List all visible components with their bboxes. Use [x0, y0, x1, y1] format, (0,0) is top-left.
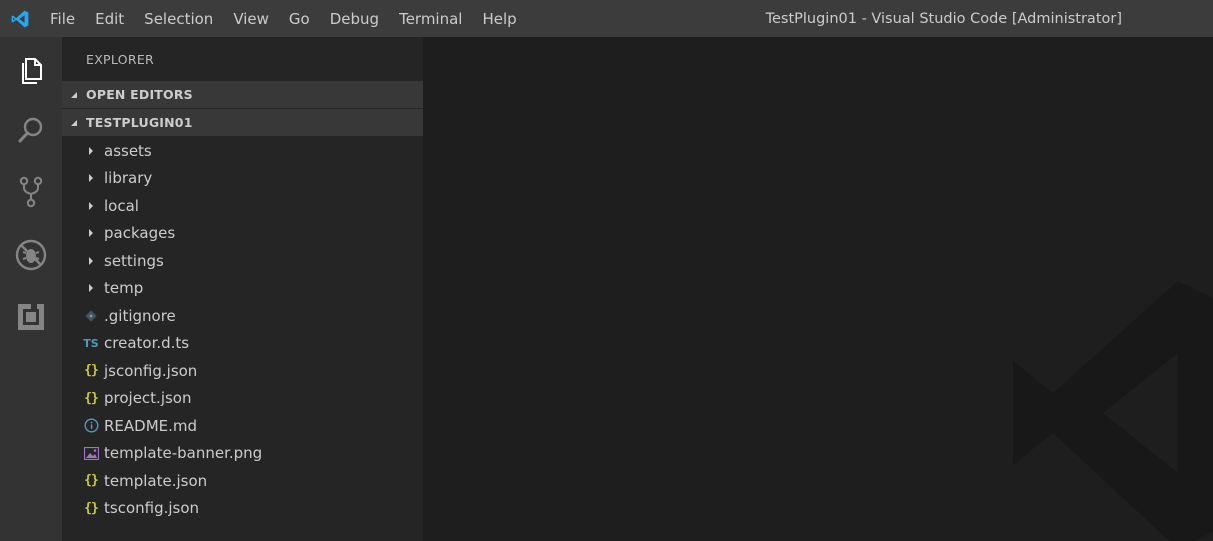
- menu-help[interactable]: Help: [472, 0, 526, 37]
- tree-item-label: README.md: [104, 416, 198, 435]
- files-icon: [22, 58, 42, 84]
- chevron-right-icon: [79, 256, 103, 266]
- search-icon: [18, 117, 43, 143]
- activity-extensions-button[interactable]: [0, 288, 62, 346]
- tree-item-label: template-banner.png: [104, 444, 263, 463]
- open-editors-header[interactable]: OPEN EDITORS: [62, 81, 423, 108]
- editor-area[interactable]: [423, 37, 1213, 541]
- extensions-icon: [18, 304, 44, 330]
- file-creator-d-ts[interactable]: TS creator.d.ts: [62, 330, 423, 358]
- source-control-icon: [19, 176, 43, 208]
- title-bar: File Edit Selection View Go Debug Termin…: [0, 0, 1213, 37]
- menu-debug[interactable]: Debug: [320, 0, 389, 37]
- sidebar-title: EXPLORER: [86, 51, 155, 67]
- file-project-json[interactable]: {} project.json: [62, 385, 423, 413]
- vscode-logo-icon: [0, 0, 40, 37]
- git-icon: [79, 309, 103, 323]
- chevron-right-icon: [79, 283, 103, 293]
- explorer-sidebar: EXPLORER OPEN EDITORS TESTPLUGIN01 asset…: [62, 37, 423, 541]
- open-editors-label: OPEN EDITORS: [86, 87, 193, 102]
- folder-assets[interactable]: assets: [62, 137, 423, 165]
- tree-item-label: project.json: [104, 389, 192, 408]
- chevron-right-icon: [79, 201, 103, 211]
- tree-item-label: settings: [104, 251, 164, 270]
- info-icon: [79, 418, 103, 433]
- file-jsconfig-json[interactable]: {} jsconfig.json: [62, 357, 423, 385]
- json-icon: {}: [84, 500, 99, 516]
- chevron-right-icon: [79, 173, 103, 183]
- debug-icon: [15, 239, 47, 271]
- tree-item-label: tsconfig.json: [104, 499, 200, 518]
- project-folder-header[interactable]: TESTPLUGIN01: [62, 109, 423, 136]
- tree-item-label: jsconfig.json: [104, 361, 198, 380]
- file-readme-md[interactable]: README.md: [62, 412, 423, 440]
- activity-debug-button[interactable]: [0, 226, 62, 284]
- window-title: TestPlugin01 - Visual Studio Code [Admin…: [765, 10, 1122, 27]
- chevron-right-icon: [79, 146, 103, 156]
- activity-search-button[interactable]: [0, 101, 62, 159]
- tree-item-label: creator.d.ts: [104, 334, 190, 353]
- file-gitignore[interactable]: .gitignore: [62, 302, 423, 330]
- folder-library[interactable]: library: [62, 165, 423, 193]
- menu-file[interactable]: File: [40, 0, 85, 37]
- typescript-icon: TS: [83, 336, 99, 350]
- vscode-watermark-icon: [1013, 281, 1213, 541]
- file-template-json[interactable]: {} template.json: [62, 467, 423, 495]
- activity-source-control-button[interactable]: [0, 163, 62, 221]
- chevron-down-icon: [62, 118, 86, 128]
- menu-selection[interactable]: Selection: [134, 0, 223, 37]
- json-icon: {}: [84, 390, 99, 406]
- tree-item-label: packages: [104, 224, 176, 243]
- folder-settings[interactable]: settings: [62, 247, 423, 275]
- file-template-banner-png[interactable]: template-banner.png: [62, 440, 423, 468]
- tree-item-label: .gitignore: [104, 306, 176, 325]
- folder-temp[interactable]: temp: [62, 275, 423, 303]
- project-folder-label: TESTPLUGIN01: [86, 115, 193, 130]
- menu-edit[interactable]: Edit: [85, 0, 134, 37]
- menu-go[interactable]: Go: [279, 0, 320, 37]
- activity-explorer-button[interactable]: [0, 41, 62, 99]
- folder-packages[interactable]: packages: [62, 220, 423, 248]
- chevron-right-icon: [79, 228, 103, 238]
- activity-bar: [0, 37, 62, 541]
- chevron-down-icon: [62, 90, 86, 100]
- json-icon: {}: [84, 363, 99, 379]
- tree-item-label: template.json: [104, 471, 208, 490]
- menu-terminal[interactable]: Terminal: [389, 0, 472, 37]
- folder-local[interactable]: local: [62, 192, 423, 220]
- tree-item-label: library: [104, 169, 153, 188]
- file-tsconfig-json[interactable]: {} tsconfig.json: [62, 495, 423, 523]
- tree-item-label: assets: [104, 141, 152, 160]
- menu-bar: File Edit Selection View Go Debug Termin…: [40, 0, 527, 37]
- tree-item-label: temp: [104, 279, 144, 298]
- menu-view[interactable]: View: [223, 0, 279, 37]
- tree-item-label: local: [104, 196, 139, 215]
- image-icon: [79, 446, 103, 460]
- json-icon: {}: [84, 473, 99, 489]
- file-tree: assets library local packages settings t…: [62, 136, 423, 522]
